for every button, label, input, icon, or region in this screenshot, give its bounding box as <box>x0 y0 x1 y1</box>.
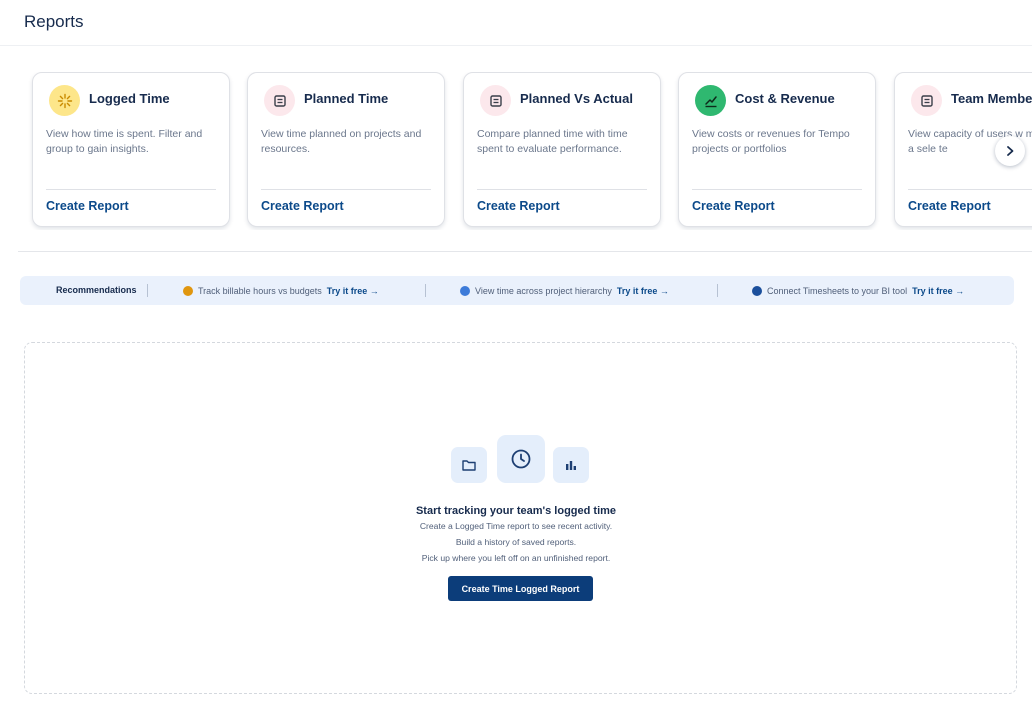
separator <box>425 284 426 297</box>
card-title: Team Member <box>951 91 1032 106</box>
create-report-link[interactable]: Create Report <box>261 199 344 213</box>
page-title: Reports <box>24 12 84 31</box>
chevron-right-icon[interactable] <box>995 136 1025 166</box>
card-title: Cost & Revenue <box>735 91 835 106</box>
trend-chart-icon <box>695 85 726 116</box>
bar-chart-icon <box>553 447 589 483</box>
try-it-free-link[interactable]: Try it free → <box>327 286 379 296</box>
empty-state-line: Create a Logged Time report to see recen… <box>419 521 613 531</box>
section-divider <box>18 251 1032 252</box>
status-dot <box>460 285 470 296</box>
folder-icon <box>451 447 487 483</box>
create-time-logged-report-button[interactable]: Create Time Logged Report <box>448 576 593 601</box>
card-planned-vs-actual[interactable]: Planned Vs Actual Compare planned time w… <box>463 72 661 227</box>
recommendation-text: Connect Timesheets to your BI tool <box>767 285 908 296</box>
status-dot <box>752 285 762 296</box>
card-title: Planned Time <box>304 91 389 106</box>
empty-state-line: Build a history of saved reports. <box>455 537 577 547</box>
recommendations-bar: Recommendations Track billable hours vs … <box>20 276 1014 305</box>
create-report-link[interactable]: Create Report <box>908 199 991 213</box>
card-planned-time[interactable]: Planned Time View time planned on projec… <box>247 72 445 227</box>
separator <box>717 284 718 297</box>
document-icon <box>480 85 511 116</box>
recommendation-text: Track billable hours vs budgets <box>198 285 322 296</box>
card-title: Planned Vs Actual <box>520 91 633 106</box>
recommendations-label: Recommendations <box>56 285 137 295</box>
card-divider <box>692 189 862 190</box>
recommendation-item: View time across project hierarchy Try i… <box>460 284 669 297</box>
card-divider <box>261 189 431 190</box>
recommendation-item: Track billable hours vs budgets Try it f… <box>183 284 379 297</box>
card-description: View how time is spent. Filter and group… <box>46 128 203 155</box>
card-logged-time[interactable]: Logged Time View how time is spent. Filt… <box>32 72 230 227</box>
card-cost-revenue[interactable]: Cost & Revenue View costs or revenues fo… <box>678 72 876 227</box>
report-type-carousel: Logged Time View how time is spent. Filt… <box>0 72 1032 230</box>
status-dot <box>183 285 193 296</box>
clock-icon <box>497 435 545 483</box>
card-title: Logged Time <box>89 91 170 106</box>
create-report-link[interactable]: Create Report <box>692 199 775 213</box>
card-description: View costs or revenues for Tempo project… <box>692 128 850 155</box>
sparkle-icon <box>49 85 80 116</box>
create-report-link[interactable]: Create Report <box>46 199 129 213</box>
try-it-free-link[interactable]: Try it free → <box>617 286 669 296</box>
create-report-link[interactable]: Create Report <box>477 199 560 213</box>
recommendation-item: Connect Timesheets to your BI tool Try i… <box>752 284 964 297</box>
card-description: Compare planned time with time spent to … <box>477 128 628 155</box>
page-header: Reports <box>0 0 1032 46</box>
try-it-free-link[interactable]: Try it free → <box>912 286 964 296</box>
recommendation-text: View time across project hierarchy <box>475 285 612 296</box>
empty-state-panel <box>24 342 1017 694</box>
separator <box>147 284 148 297</box>
empty-state-line: Pick up where you left off on an unfinis… <box>421 553 611 563</box>
card-divider <box>477 189 647 190</box>
document-icon <box>911 85 942 116</box>
document-icon <box>264 85 295 116</box>
card-divider <box>46 189 216 190</box>
empty-state-title: Start tracking your team's logged time <box>415 505 617 517</box>
card-description: View time planned on projects and resour… <box>261 128 422 155</box>
card-divider <box>908 189 1032 190</box>
